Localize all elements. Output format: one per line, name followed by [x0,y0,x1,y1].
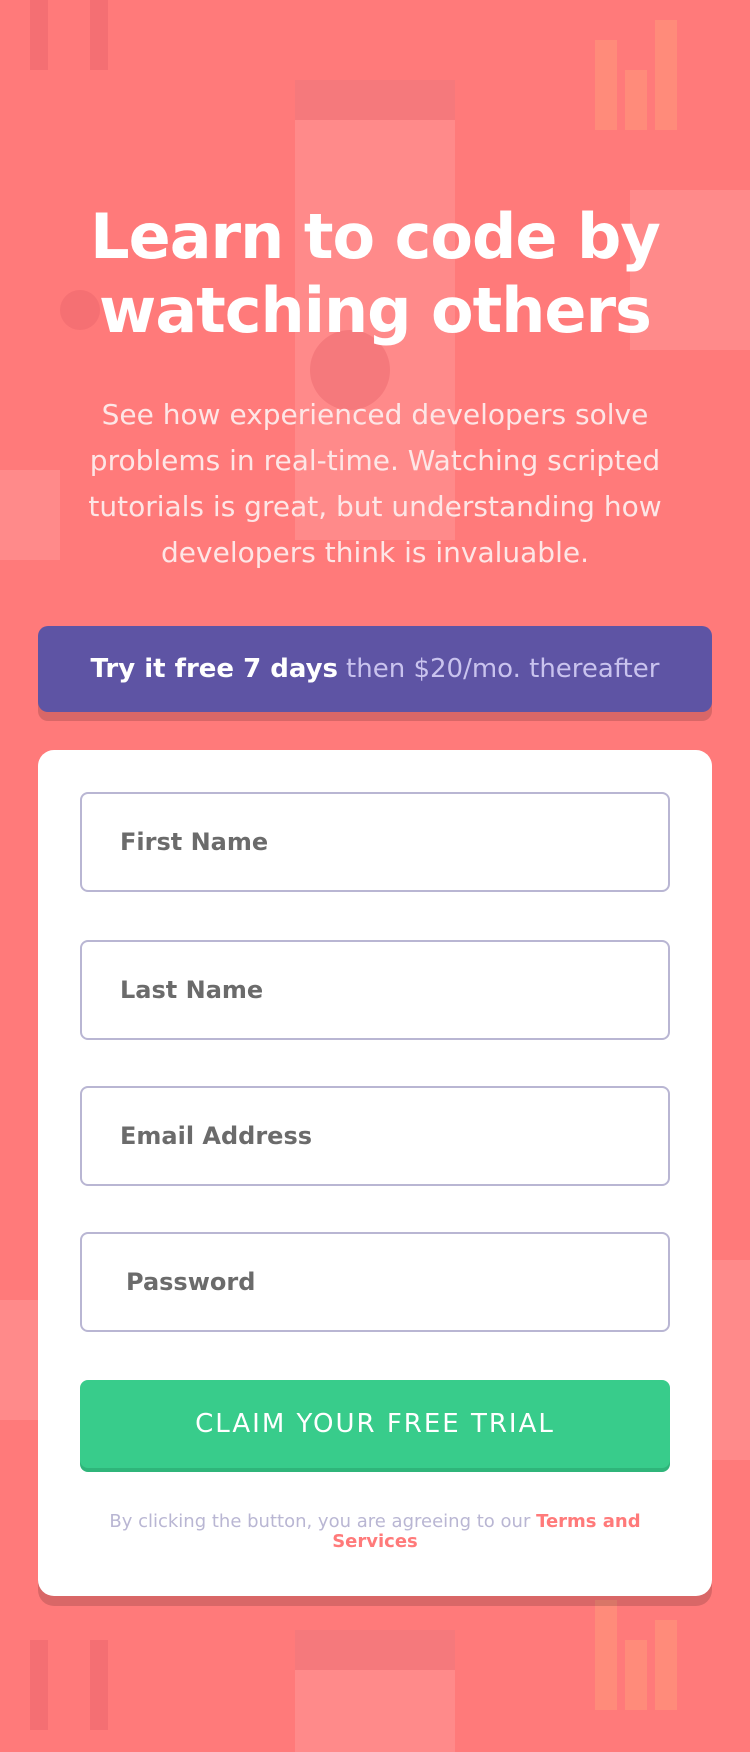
password-input[interactable] [126,1268,668,1296]
terms-notice: By clicking the button, you are agreeing… [80,1512,670,1552]
terms-prefix: By clicking the button, you are agreeing… [109,1511,531,1532]
trial-banner: Try it free 7 days then $20/mo. thereaft… [38,626,712,712]
trial-banner-strong: Try it free 7 days [90,654,339,684]
last-name-input[interactable] [120,976,668,1004]
hero-title: Learn to code by watching others [0,200,750,348]
first-name-input[interactable] [120,828,668,856]
hero-title-line-2: watching others [99,274,652,347]
trial-banner-light: then $20/mo. thereafter [346,654,660,684]
email-input[interactable] [120,1122,668,1150]
hero-subtitle: See how experienced developers solve pro… [88,398,662,569]
page-content: Learn to code by watching others See how… [0,0,750,1752]
password-field[interactable] [80,1232,670,1332]
email-field[interactable] [80,1086,670,1186]
last-name-field[interactable] [80,940,670,1040]
claim-free-trial-button[interactable]: CLAIM YOUR FREE TRIAL [80,1380,670,1468]
hero-title-line-1: Learn to code by [90,200,661,273]
signup-form: CLAIM YOUR FREE TRIAL By clicking the bu… [38,750,712,1596]
first-name-field[interactable] [80,792,670,892]
